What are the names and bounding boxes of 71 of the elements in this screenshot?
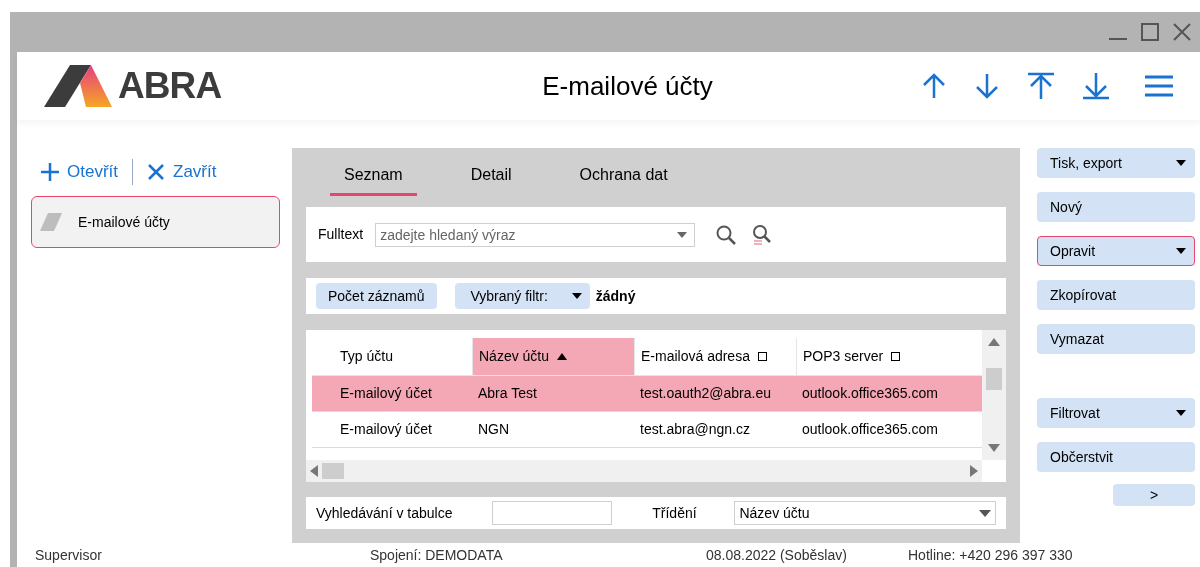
table-cell-text: E-mailový účet bbox=[339, 420, 433, 439]
table-row[interactable]: E-mailový účet Abra Test test.oauth2@abra.eu outlook.office365.com bbox=[312, 376, 982, 412]
table-cell-text: test.oauth2@abra.eu bbox=[639, 384, 772, 403]
table-cell-text: test.abra@ngn.cz bbox=[639, 420, 751, 439]
table-cell-text: outlook.office365.com bbox=[801, 384, 939, 403]
scroll-down-icon[interactable] bbox=[988, 444, 1000, 452]
table-cell-text: Abra Test bbox=[477, 384, 538, 403]
action-button[interactable]: Občerstvit bbox=[1037, 442, 1195, 472]
close-icon bbox=[147, 163, 165, 181]
sort-dropdown[interactable]: Název účtu bbox=[734, 501, 996, 525]
scrollbar-thumb[interactable] bbox=[322, 463, 344, 479]
fulltext-field[interactable]: zadejte hledaný výraz bbox=[375, 222, 696, 247]
status-text: 08.08.2022 (Soběslav) bbox=[706, 545, 848, 565]
action-button[interactable]: Zkopírovat bbox=[1037, 280, 1195, 310]
status-text: Spojení: DEMODATA bbox=[370, 545, 504, 565]
action-button[interactable]: Filtrovat bbox=[1037, 398, 1195, 428]
scrollbar-thumb[interactable] bbox=[986, 368, 1002, 390]
caret-icon bbox=[1176, 410, 1186, 416]
arrow-down-icon[interactable] bbox=[974, 73, 1000, 99]
plus-icon bbox=[41, 163, 59, 181]
action-button[interactable]: Vymazat bbox=[1037, 324, 1195, 354]
search-icon[interactable] bbox=[715, 223, 738, 246]
scroll-up-icon[interactable] bbox=[988, 338, 1000, 346]
dropdown-caret-icon[interactable] bbox=[677, 231, 688, 238]
filter-value: žádný bbox=[595, 286, 636, 306]
logo-text: ABRA bbox=[118, 64, 222, 109]
page-title: E-mailové účty bbox=[542, 69, 713, 103]
column-header[interactable]: Typ účtu bbox=[312, 338, 472, 375]
dropdown-caret-icon bbox=[979, 509, 991, 517]
open-button[interactable]: Otevřít bbox=[41, 159, 118, 185]
record-count-button[interactable]: Počet záznamů bbox=[316, 283, 437, 309]
table-cell-text: NGN bbox=[477, 420, 511, 439]
caret-icon bbox=[1176, 160, 1186, 166]
maximize-icon[interactable] bbox=[1140, 22, 1160, 42]
close-button[interactable]: Zavřít bbox=[147, 159, 217, 185]
module-item[interactable]: E-mailové účty bbox=[31, 196, 280, 248]
close-icon[interactable] bbox=[1172, 22, 1192, 42]
table-search-field[interactable] bbox=[492, 501, 613, 525]
tab[interactable]: Seznam bbox=[330, 163, 417, 196]
field-label: Třídění bbox=[652, 503, 698, 523]
scroll-right-icon[interactable] bbox=[970, 465, 978, 477]
column-header[interactable]: POP3 server bbox=[796, 338, 956, 375]
field-label: Vyhledávání v tabulce bbox=[316, 503, 454, 523]
table-cell-text: outlook.office365.com bbox=[801, 420, 939, 439]
arrow-to-top-icon[interactable] bbox=[1027, 72, 1055, 100]
caret-icon bbox=[571, 293, 582, 299]
sort-ascending-icon bbox=[557, 353, 568, 360]
scroll-left-icon[interactable] bbox=[310, 465, 318, 477]
arrow-to-bottom-icon[interactable] bbox=[1082, 72, 1110, 100]
logo-mark-icon bbox=[44, 65, 114, 107]
field-label: Fulltext bbox=[318, 225, 364, 244]
action-button[interactable]: Nový bbox=[1037, 192, 1195, 222]
column-header[interactable]: E-mailová adresa bbox=[634, 338, 796, 375]
tab[interactable]: Ochrana dat bbox=[565, 163, 682, 196]
horizontal-scrollbar[interactable] bbox=[306, 460, 982, 482]
tab[interactable]: Detail bbox=[456, 163, 526, 196]
column-header[interactable]: Název účtu bbox=[472, 338, 634, 375]
action-button[interactable]: Opravit bbox=[1037, 236, 1195, 266]
module-icon bbox=[40, 213, 62, 231]
arrow-up-icon[interactable] bbox=[921, 73, 947, 99]
square-icon bbox=[891, 352, 901, 361]
action-button[interactable]: Tisk, export bbox=[1037, 148, 1195, 178]
more-button[interactable]: > bbox=[1113, 484, 1195, 506]
status-text: Hotline: +420 296 397 330 bbox=[908, 545, 1073, 565]
caret-icon bbox=[1176, 248, 1186, 254]
filter-dropdown[interactable]: Vybraný filtr: bbox=[454, 283, 590, 309]
menu-icon[interactable] bbox=[1145, 74, 1173, 98]
vertical-scrollbar[interactable] bbox=[982, 330, 1006, 460]
table-cell-text: E-mailový účet bbox=[339, 384, 433, 403]
square-icon bbox=[757, 352, 767, 361]
status-text: Supervisor bbox=[34, 545, 103, 565]
